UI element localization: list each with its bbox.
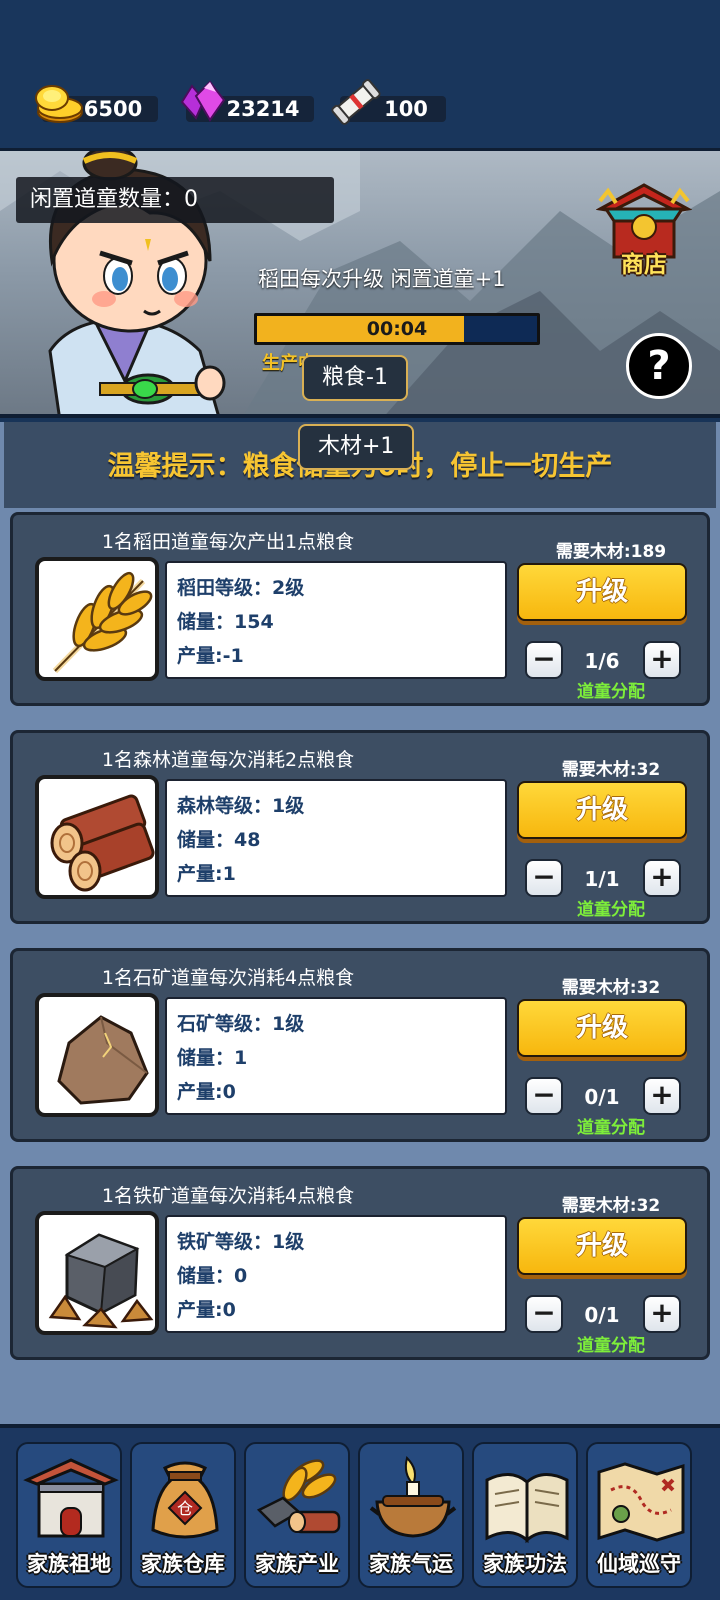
nav-label: 仙域巡守	[597, 1552, 681, 1576]
nav-warehouse[interactable]: 仓 家族仓库	[130, 1442, 236, 1588]
increase-disciple-button[interactable]: +	[643, 859, 681, 897]
shop-label: 商店	[621, 252, 667, 278]
nav-ancestral-land[interactable]: 家族祖地	[16, 1442, 122, 1588]
disciple-allocation: 1/6	[584, 649, 620, 673]
card-output: 产量:0	[177, 1081, 236, 1103]
increase-disciple-button[interactable]: +	[643, 641, 681, 679]
card-image	[35, 557, 159, 681]
card-storage: 储量：154	[177, 611, 274, 633]
disciple-allocation: 0/1	[584, 1303, 620, 1327]
card-title: 1名稻田道童每次产出1点粮食	[101, 531, 355, 553]
upgrade-button[interactable]: 升级	[517, 999, 687, 1057]
card-title: 1名石矿道童每次消耗4点粮食	[101, 967, 355, 989]
warehouse-sack-icon: 仓	[151, 1461, 219, 1539]
card-level: 石矿等级：1级	[177, 1013, 305, 1035]
allocation-label: 道童分配	[577, 1118, 645, 1138]
production-banner: 闲置道童数量：0 稻田每次升级 闲置道童+1 00:04 生产中 粮食-1 商店…	[0, 148, 720, 418]
disciple-allocation: 1/1	[584, 867, 620, 891]
nav-patrol[interactable]: 仙域巡守	[586, 1442, 692, 1588]
nav-technique[interactable]: 家族功法	[472, 1442, 578, 1588]
help-button[interactable]: ?	[626, 333, 692, 399]
card-image	[35, 775, 159, 899]
food-change-popup: 粮食-1	[302, 355, 408, 401]
scroll-value: 100	[384, 97, 428, 121]
nav-label: 家族气运	[369, 1552, 453, 1576]
upgrade-requirement: 需要木材:32	[561, 978, 661, 998]
wheat-icon	[52, 571, 153, 674]
bottom-navigation: 家族祖地 仓 家族仓库 家族产业 家族气运 家族功法 仙域巡守	[0, 1424, 720, 1600]
card-level: 铁矿等级：1级	[177, 1231, 305, 1253]
upgrade-requirement: 需要木材:32	[561, 1196, 661, 1216]
upgrade-requirement: 需要木材:32	[561, 760, 661, 780]
decrease-disciple-button[interactable]: −	[525, 641, 563, 679]
decrease-disciple-button[interactable]: −	[525, 1295, 563, 1333]
card-stats: 石矿等级：1级 储量：1 产量:0	[165, 997, 507, 1115]
resource-card-iron-mine: 1名铁矿道童每次消耗4点粮食 铁矿等级：1级 储量：0 产量:0 需要木材:32…	[10, 1166, 710, 1360]
production-progress-bar: 00:04	[254, 313, 540, 345]
nav-label: 家族产业	[255, 1552, 339, 1576]
upgrade-button[interactable]: 升级	[517, 781, 687, 839]
nav-label: 家族祖地	[27, 1552, 111, 1576]
card-stats: 稻田等级：2级 储量：154 产量:-1	[165, 561, 507, 679]
scroll-counter: 100	[331, 79, 446, 125]
nav-label: 家族仓库	[141, 1552, 225, 1576]
card-image	[35, 1211, 159, 1335]
gem-counter: 23214	[180, 80, 314, 122]
card-title: 1名森林道童每次消耗2点粮食	[101, 749, 355, 771]
progress-timer: 00:04	[366, 318, 428, 340]
wood-logs-icon	[50, 794, 155, 892]
nav-industry[interactable]: 家族产业	[244, 1442, 350, 1588]
technique-book-icon	[485, 1473, 569, 1544]
resource-card-rice-field: 1名稻田道童每次产出1点粮食 稻田等级：2级 储量：154 产量:-1 需要木材…	[10, 512, 710, 706]
card-storage: 储量：48	[177, 829, 261, 851]
stone-icon	[57, 1015, 149, 1105]
upgrade-button[interactable]: 升级	[517, 1217, 687, 1275]
treasure-map-icon	[597, 1462, 685, 1542]
card-level: 森林等级：1级	[177, 795, 305, 817]
idle-disciples-count: 闲置道童数量：0	[16, 177, 334, 223]
decrease-disciple-button[interactable]: −	[525, 859, 563, 897]
allocation-label: 道童分配	[577, 1336, 645, 1356]
card-title: 1名铁矿道童每次消耗4点粮食	[101, 1185, 355, 1207]
nav-label: 家族功法	[483, 1552, 567, 1576]
resource-bar: 6500 23214 100	[0, 0, 720, 148]
decrease-disciple-button[interactable]: −	[525, 1077, 563, 1115]
card-output: 产量:1	[177, 863, 236, 885]
ancestral-hall-icon	[23, 1458, 119, 1538]
card-storage: 储量：1	[177, 1047, 248, 1069]
card-storage: 储量：0	[177, 1265, 248, 1287]
card-stats: 森林等级：1级 储量：48 产量:1	[165, 779, 507, 897]
upgrade-hint: 稻田每次升级 闲置道童+1	[258, 267, 506, 291]
card-output: 产量:0	[177, 1299, 236, 1321]
industry-icon	[256, 1459, 341, 1534]
card-level: 稻田等级：2级	[177, 577, 305, 599]
upgrade-button[interactable]: 升级	[517, 563, 687, 621]
increase-disciple-button[interactable]: +	[643, 1295, 681, 1333]
allocation-label: 道童分配	[577, 900, 645, 920]
card-output: 产量:-1	[177, 645, 244, 667]
industry-panel: 温馨提示：粮食储量为0时，停止一切生产 木材+1 1名稻田道童每次产出1点粮食 …	[0, 422, 720, 1458]
gem-value: 23214	[226, 97, 300, 121]
card-image	[35, 993, 159, 1117]
increase-disciple-button[interactable]: +	[643, 1077, 681, 1115]
nav-fortune[interactable]: 家族气运	[358, 1442, 464, 1588]
wood-change-popup: 木材+1	[298, 424, 415, 470]
resource-card-forest: 1名森林道童每次消耗2点粮食 森林等级：1级 储量：48 产量:1 需要木材:3…	[10, 730, 710, 924]
allocation-label: 道童分配	[577, 682, 645, 702]
card-stats: 铁矿等级：1级 储量：0 产量:0	[165, 1215, 507, 1333]
svg-text:仓: 仓	[177, 1499, 193, 1518]
gold-value: 6500	[83, 97, 143, 121]
upgrade-requirement: 需要木材:189	[555, 542, 667, 562]
disciple-allocation: 0/1	[584, 1085, 620, 1109]
shop-button[interactable]: 商店	[595, 181, 693, 281]
iron-ore-icon	[48, 1233, 154, 1329]
incense-burner-icon	[369, 1456, 457, 1538]
gold-counter: 6500	[35, 85, 158, 123]
resource-card-stone-mine: 1名石矿道童每次消耗4点粮食 石矿等级：1级 储量：1 产量:0 需要木材:32…	[10, 948, 710, 1142]
